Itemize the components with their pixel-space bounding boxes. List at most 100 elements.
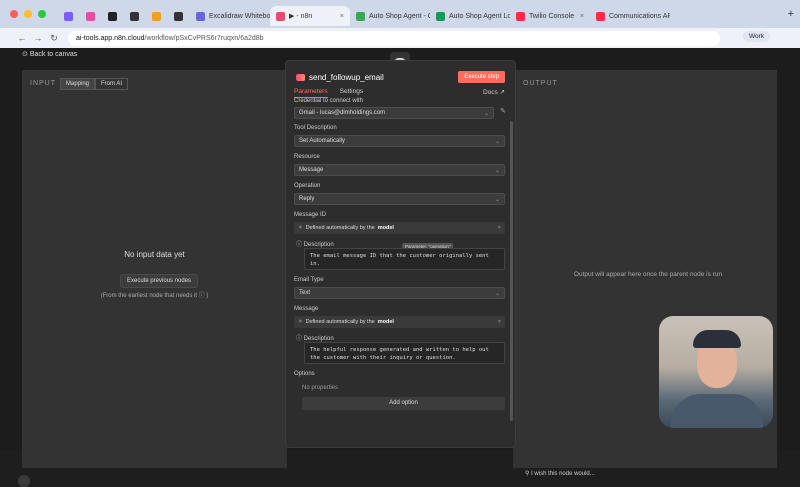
mapping-tab[interactable]: Mapping <box>60 78 96 90</box>
message-description-label: ⓘ Description <box>296 336 334 342</box>
presenter-cap <box>693 330 741 348</box>
sparkle-icon: ✧ <box>298 225 303 231</box>
credential-select[interactable]: Gmail - lucas@dlmholdings.com ⌄ <box>294 107 494 119</box>
chevron-down-icon: ⌄ <box>494 138 500 145</box>
email-type-label: Email Type <box>294 277 324 283</box>
output-empty-message: Output will appear here once the parent … <box>573 271 723 278</box>
tool-description-label: Tool Description <box>294 125 337 131</box>
browser-tab[interactable]: ▶ - n8n × <box>270 6 350 26</box>
tool-description-select[interactable]: Set Automatically ⌄ <box>294 135 505 147</box>
chevron-down-icon: ⌄ <box>494 167 500 174</box>
tab-favicon-icon <box>596 11 605 21</box>
profile-label: Work <box>748 33 764 40</box>
url-host: ai-tools.app.n8n.cloud <box>76 34 145 42</box>
back-arrow-icon[interactable]: ← <box>14 33 30 43</box>
tab-favicon-icon <box>196 11 205 21</box>
execute-step-button[interactable]: Execute step <box>458 71 505 83</box>
node-title-text: send_followup_email <box>309 73 384 82</box>
credential-value: Gmail - lucas@dlmholdings.com <box>299 110 386 116</box>
close-tab-icon[interactable]: × <box>580 13 584 20</box>
back-label: Back to canvas <box>29 51 78 58</box>
output-panel-title: OUTPUT <box>523 80 558 87</box>
tool-description-value: Set Automatically <box>299 138 346 144</box>
operation-label: Operation <box>294 183 321 189</box>
credential-label: Credential to connect with <box>294 98 364 104</box>
add-option-button[interactable]: Add option <box>302 397 505 410</box>
node-title[interactable]: send_followup_email <box>296 73 384 82</box>
docs-link[interactable]: Docs ↗ <box>483 88 505 96</box>
feedback-text: I wish this node would... <box>531 471 595 477</box>
input-panel: INPUT Mapping From AI No input data yet … <box>22 70 287 468</box>
url-path: /workflow/pSxCvPRS6r7ruqxn/6a2d8b <box>144 34 264 42</box>
browser-tab[interactable]: Auto Shop Agent - Go...× <box>350 6 430 26</box>
node-tabs: Parameters Settings <box>294 88 363 98</box>
tab-parameters[interactable]: Parameters <box>294 88 328 98</box>
tab-label: Communications APIs... <box>609 12 670 20</box>
tab-settings[interactable]: Settings <box>340 88 364 98</box>
options-label: Options <box>294 371 315 377</box>
forward-arrow-icon[interactable]: → <box>30 33 46 43</box>
no-input-subtext: (From the earliest node that needs it ⓘ … <box>100 293 209 299</box>
tool-node-icon <box>296 74 305 81</box>
no-properties-text: No properties <box>302 385 339 391</box>
scrollbar[interactable] <box>510 121 513 421</box>
sparkle-icon: ✧ <box>298 319 303 325</box>
address-bar-row: ← → ↻ ai-tools.app.n8n.cloud /workflow/p… <box>0 28 800 48</box>
message-id-auto-field[interactable]: ✧ Defined automatically by the model × <box>294 222 505 234</box>
operation-select[interactable]: Reply ⌄ <box>294 193 505 205</box>
url-bar[interactable]: ai-tools.app.n8n.cloud /workflow/pSxCvPR… <box>68 30 720 46</box>
tab-favicon-icon <box>86 11 95 21</box>
browser-tab[interactable] <box>80 6 102 26</box>
tab-label: ▶ - n8n <box>289 13 313 20</box>
tab-favicon-icon <box>174 11 183 21</box>
tab-label: Auto Shop Agent Log... <box>449 12 510 20</box>
reload-icon[interactable]: ↻ <box>46 33 62 44</box>
tab-favicon-icon <box>516 11 525 21</box>
resource-select[interactable]: Message ⌄ <box>294 164 505 176</box>
tab-favicon-icon <box>130 11 139 21</box>
tab-favicon-icon <box>276 11 285 21</box>
browser-tab[interactable] <box>124 6 146 26</box>
browser-tab[interactable] <box>168 6 190 26</box>
email-type-select[interactable]: Text ⌄ <box>294 287 505 299</box>
auto-text: Defined automatically by the <box>305 319 375 325</box>
input-mode-toggle: Mapping From AI <box>60 78 129 90</box>
input-panel-title: INPUT <box>30 80 56 87</box>
browser-tab[interactable]: Auto Shop Agent Log...× <box>430 6 510 26</box>
tab-label: Auto Shop Agent - Go... <box>369 12 430 20</box>
close-window-button[interactable] <box>10 10 18 18</box>
browser-tab[interactable]: Excalidraw Whiteboa...× <box>190 6 270 26</box>
tab-favicon-icon <box>64 11 73 21</box>
tab-favicon-icon <box>108 11 117 21</box>
tab-favicon-icon <box>356 11 365 21</box>
browser-tab[interactable] <box>146 6 168 26</box>
browser-tab[interactable]: Communications APIs...× <box>590 6 670 26</box>
new-tab-button[interactable]: + <box>782 8 800 20</box>
message-label: Message <box>294 306 319 312</box>
profile-button[interactable]: Work <box>742 31 770 42</box>
browser-tab[interactable] <box>58 6 80 26</box>
feedback-link[interactable]: ⚲ I wish this node would... <box>525 470 595 477</box>
clear-icon[interactable]: × <box>498 225 501 231</box>
browser-tab[interactable] <box>102 6 124 26</box>
node-settings-panel: send_followup_email Execute step Paramet… <box>285 60 516 448</box>
from-ai-tab[interactable]: From AI <box>95 78 129 90</box>
help-icon[interactable] <box>18 475 30 487</box>
message-id-description-label: ⓘ Description <box>296 242 334 248</box>
operation-value: Reply <box>299 196 315 202</box>
message-description[interactable]: The helpful response generated and writt… <box>304 342 505 364</box>
browser-tab[interactable]: Twilio Console × <box>510 6 590 26</box>
edit-pencil-icon[interactable]: ✎ <box>500 107 506 115</box>
close-tab-icon[interactable]: × <box>340 13 344 20</box>
back-to-canvas-link[interactable]: ⊙ Back to canvas <box>22 50 77 58</box>
minimize-window-button[interactable] <box>24 10 32 18</box>
clear-icon[interactable]: × <box>498 319 501 325</box>
chevron-down-icon: ⌄ <box>494 196 500 203</box>
tab-label: Excalidraw Whiteboa... <box>209 12 270 20</box>
tab-favicon-icon <box>152 11 161 21</box>
execute-previous-button[interactable]: Execute previous nodes <box>120 274 199 288</box>
message-auto-field[interactable]: ✧ Defined automatically by the model × <box>294 316 505 328</box>
maximize-window-button[interactable] <box>38 10 46 18</box>
auto-text: Defined automatically by the <box>305 225 375 231</box>
message-id-description[interactable]: The email message ID that the customer o… <box>304 248 505 270</box>
